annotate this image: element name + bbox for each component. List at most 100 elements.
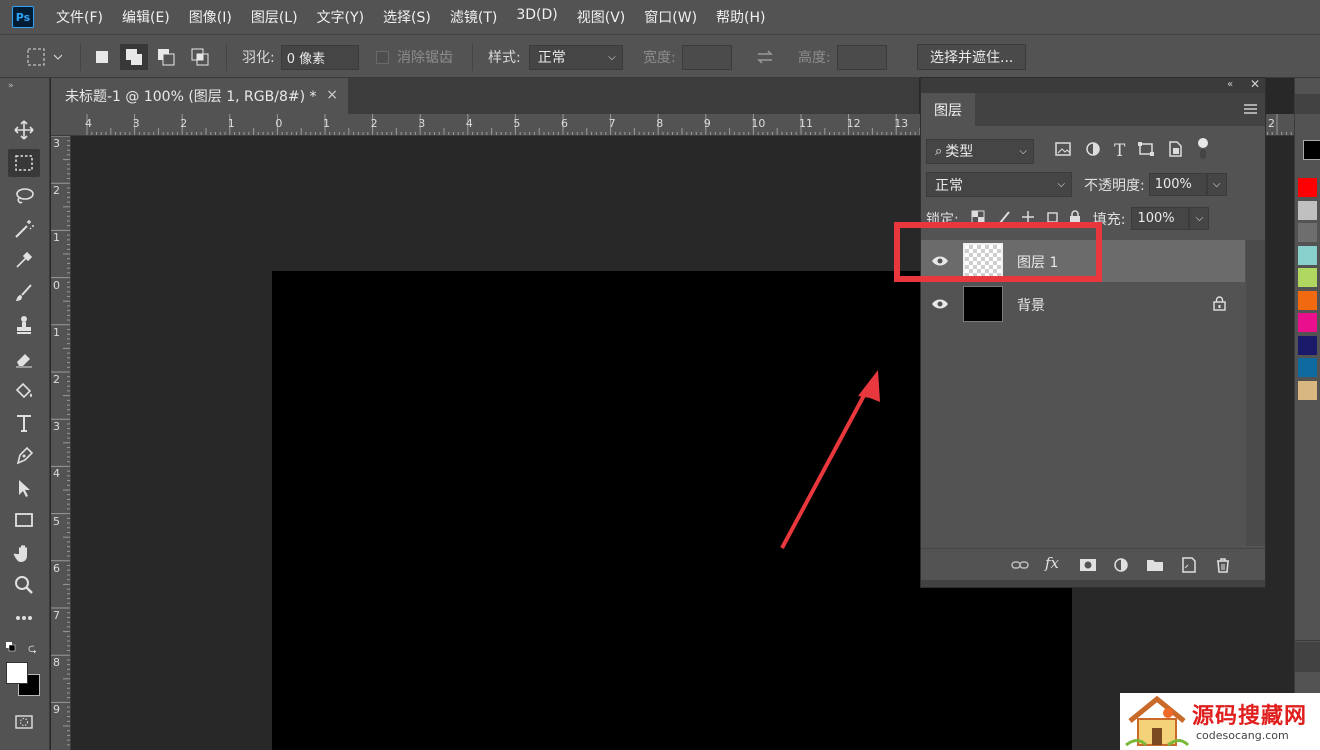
ruler-label: 2 xyxy=(1268,117,1275,130)
color-swatch[interactable] xyxy=(1298,358,1317,377)
clone-stamp-tool-icon[interactable] xyxy=(8,311,40,339)
foreground-color-swatch[interactable] xyxy=(6,662,28,684)
layer-list: 图层 1 背景 xyxy=(921,238,1265,546)
width-input[interactable] xyxy=(681,44,732,70)
color-swatch[interactable] xyxy=(1298,290,1317,310)
pen-tool-icon[interactable] xyxy=(8,442,40,470)
folder-icon[interactable] xyxy=(1146,557,1164,573)
color-swatch[interactable] xyxy=(1298,223,1317,242)
move-tool-icon[interactable] xyxy=(8,116,40,144)
color-swatch[interactable] xyxy=(1298,313,1317,332)
layer-filter-select[interactable]: ⌕ 类型 ⌵ xyxy=(926,138,1034,164)
menu-item[interactable]: 图层(L) xyxy=(251,7,298,27)
properties-panel-tab[interactable] xyxy=(1295,642,1320,672)
color-swatch[interactable] xyxy=(1298,380,1317,400)
layer-lock-icon[interactable] xyxy=(1213,296,1226,311)
height-input[interactable] xyxy=(836,44,887,70)
mask-icon[interactable] xyxy=(1079,557,1097,573)
ruler-label: 5 xyxy=(513,117,521,130)
fx-icon[interactable]: fx xyxy=(1045,554,1063,572)
hand-tool-icon[interactable] xyxy=(8,539,40,567)
close-tab-icon[interactable]: × xyxy=(326,87,338,103)
filter-pixel-icon[interactable] xyxy=(1054,141,1072,161)
marquee-preset-icon[interactable] xyxy=(24,44,62,70)
rectangular-marquee-tool-icon[interactable] xyxy=(8,149,40,177)
zoom-tool-icon[interactable] xyxy=(8,571,40,599)
ruler-label: 8 xyxy=(53,656,60,670)
panel-resize-handle[interactable] xyxy=(921,580,1265,587)
close-panel-icon[interactable]: ✕ xyxy=(1250,77,1260,91)
color-swatch[interactable] xyxy=(1298,335,1317,355)
brush-tool-icon[interactable] xyxy=(8,279,40,307)
vertical-ruler[interactable]: 3 2 1 0 1 2 3 4 5 6 7 8 9 xyxy=(51,136,71,750)
menu-item[interactable]: 文件(F) xyxy=(56,7,103,27)
feather-label: 羽化: xyxy=(242,50,275,66)
opacity-input[interactable]: 100% xyxy=(1148,173,1207,196)
lasso-tool-icon[interactable] xyxy=(8,182,40,210)
menu-item[interactable]: 滤镜(T) xyxy=(450,7,497,27)
fill-dropdown-icon[interactable]: ⌵ xyxy=(1189,207,1210,230)
magic-wand-tool-icon[interactable] xyxy=(8,215,40,243)
document-tab[interactable]: 未标题-1 @ 100% (图层 1, RGB/8#) * × xyxy=(51,78,348,114)
color-panel-tab[interactable] xyxy=(1295,94,1320,114)
new-selection-icon[interactable] xyxy=(92,44,112,70)
menu-item[interactable]: 文字(Y) xyxy=(317,7,364,27)
default-colors-icon[interactable] xyxy=(6,641,16,652)
layer-row-background[interactable]: 背景 xyxy=(921,283,1245,325)
adjustment-icon[interactable] xyxy=(1113,557,1131,573)
eraser-tool-icon[interactable] xyxy=(8,344,40,372)
link-icon[interactable] xyxy=(1011,557,1029,573)
filter-toggle-icon[interactable] xyxy=(1197,137,1209,165)
quick-mask-icon[interactable] xyxy=(8,708,40,736)
paint-bucket-tool-icon[interactable] xyxy=(8,377,40,405)
menu-item[interactable]: 视图(V) xyxy=(577,7,626,27)
swap-colors-icon[interactable]: ⮎ xyxy=(28,640,37,659)
add-selection-icon[interactable] xyxy=(120,44,148,70)
trash-icon[interactable] xyxy=(1214,557,1232,573)
new-layer-icon[interactable] xyxy=(1180,557,1198,573)
ruler-label: 1 xyxy=(323,117,330,130)
panel-header: 图层 xyxy=(921,93,1265,126)
swap-dimensions-icon[interactable] xyxy=(755,44,775,70)
filter-shape-icon[interactable] xyxy=(1137,141,1155,161)
opacity-dropdown-icon[interactable]: ⌵ xyxy=(1206,173,1227,196)
style-select[interactable]: 正常 ⌵ xyxy=(528,44,623,70)
path-selection-tool-icon[interactable] xyxy=(8,474,40,502)
filter-smart-object-icon[interactable] xyxy=(1167,141,1183,161)
intersect-selection-icon[interactable] xyxy=(190,44,210,70)
layer-list-scrollbar[interactable] xyxy=(1246,240,1265,546)
antialias-checkbox[interactable] xyxy=(376,50,389,64)
menu-item[interactable]: 图像(I) xyxy=(189,7,232,27)
blend-mode-value: 正常 xyxy=(935,177,963,194)
color-swatch[interactable] xyxy=(1298,268,1317,287)
menu-item[interactable]: 帮助(H) xyxy=(716,7,765,27)
feather-input[interactable]: 0 像素 xyxy=(280,44,359,70)
color-swatch[interactable] xyxy=(1298,178,1317,197)
more-tools-icon[interactable] xyxy=(8,604,40,632)
menu-item[interactable]: 编辑(E) xyxy=(122,7,170,27)
subtract-selection-icon[interactable] xyxy=(156,44,176,70)
ruler-label: 6 xyxy=(53,561,60,575)
collapse-toolbar-icon[interactable]: » xyxy=(8,81,14,91)
menu-item[interactable]: 窗口(W) xyxy=(644,7,697,27)
ruler-label: 0 xyxy=(275,117,283,130)
color-foreground-swatch[interactable] xyxy=(1303,140,1320,160)
panel-menu-icon[interactable] xyxy=(1244,103,1257,119)
blend-mode-select[interactable]: 正常 ⌵ xyxy=(926,172,1072,197)
color-swatch[interactable] xyxy=(1298,200,1317,220)
filter-type-icon[interactable]: T xyxy=(1114,141,1125,161)
menu-item[interactable]: 3D(D) xyxy=(516,7,557,27)
rectangle-tool-icon[interactable] xyxy=(8,506,40,534)
color-swatch[interactable] xyxy=(1298,245,1317,265)
menu-item[interactable]: 选择(S) xyxy=(383,7,431,27)
fill-input[interactable]: 100% xyxy=(1131,207,1190,230)
layers-tab[interactable]: 图层 xyxy=(921,93,975,126)
filter-adjustment-icon[interactable] xyxy=(1084,141,1102,161)
photoshop-logo-icon[interactable]: Ps xyxy=(12,6,34,28)
eyedropper-tool-icon[interactable] xyxy=(8,246,40,274)
collapse-panel-icon[interactable]: « xyxy=(1227,79,1233,90)
ruler-label: 5 xyxy=(53,514,60,528)
type-tool-icon[interactable] xyxy=(8,409,40,437)
visibility-eye-icon[interactable] xyxy=(931,296,949,312)
select-and-mask-button[interactable]: 选择并遮住... xyxy=(917,44,1027,70)
